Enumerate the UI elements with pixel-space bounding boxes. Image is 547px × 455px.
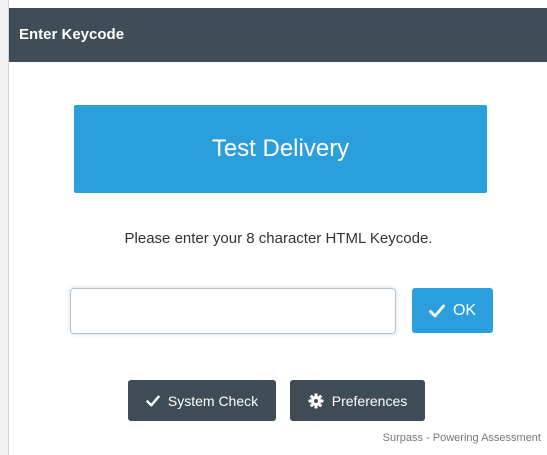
ok-button-label: OK <box>452 301 477 319</box>
system-check-button[interactable]: System Check <box>128 380 276 421</box>
check-icon <box>429 304 445 318</box>
keycode-instructions: Please enter your 8 character HTML Keyco… <box>124 230 433 247</box>
dialog-title: Enter Keycode <box>9 8 547 62</box>
preferences-label: Preferences <box>331 392 408 409</box>
keycode-dialog: Enter Keycode Test Delivery Please enter… <box>8 0 547 455</box>
check-icon <box>146 395 160 407</box>
keycode-input[interactable] <box>70 288 396 334</box>
system-check-label: System Check <box>167 392 259 409</box>
gear-icon <box>308 393 324 409</box>
footer-branding: Surpass - Powering Assessment <box>382 432 541 444</box>
ok-button[interactable]: OK <box>412 288 493 333</box>
test-delivery-banner: Test Delivery <box>74 105 487 193</box>
preferences-button[interactable]: Preferences <box>290 380 425 421</box>
